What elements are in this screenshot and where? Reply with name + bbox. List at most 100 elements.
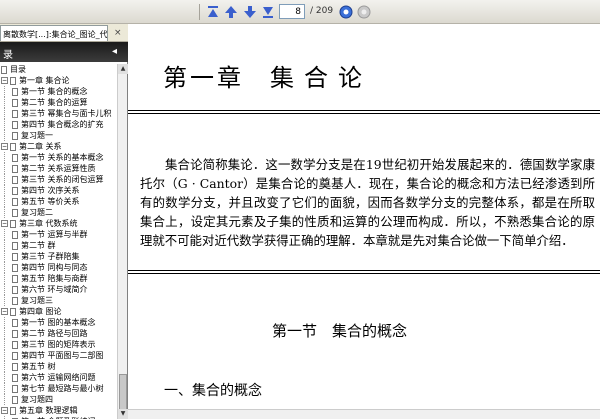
scroll-down-icon[interactable]: ▼ [118, 409, 128, 419]
outline-item-label: 第二节 路径与回路 [21, 329, 88, 338]
bookmark-icon [12, 330, 18, 338]
bookmark-icon [12, 99, 18, 107]
outline-item[interactable]: 目录 [0, 64, 117, 75]
bookmark-icon [12, 286, 18, 294]
bookmark-icon [12, 187, 18, 195]
outline-header: 录 ◂ [0, 42, 128, 62]
bookmark-icon [12, 154, 18, 162]
outline-item[interactable]: 第三节 子群陪集 [0, 251, 117, 262]
outline-item[interactable]: 第四节 集合概念的扩充 [0, 119, 117, 130]
outline-item[interactable]: 第四节 次序关系 [0, 185, 117, 196]
last-page-button[interactable] [259, 3, 277, 21]
outline-scrollbar[interactable]: ▲ ▼ [117, 64, 128, 419]
expand-collapse-icon[interactable]: − [1, 308, 8, 315]
close-tab-icon[interactable]: × [114, 28, 122, 38]
outline-item-label: 第一节 关系的基本概念 [21, 153, 104, 162]
outline-item-label: 第一节 集合的概念 [21, 87, 88, 96]
tree-guide-line [4, 383, 5, 394]
chapter-label: 第一章 [163, 64, 244, 92]
tree-guide-line [4, 339, 5, 350]
outline-item[interactable]: 第五节 等价关系 [0, 196, 117, 207]
outline-item-label: 第二节 集合的运算 [21, 98, 88, 107]
tree-guide-line [4, 185, 5, 196]
expand-collapse-icon[interactable]: − [1, 77, 8, 84]
tree-guide-line [4, 152, 5, 163]
outline-item[interactable]: − 第五章 数理逻辑 [0, 405, 117, 416]
first-page-icon [208, 6, 218, 17]
scroll-up-icon[interactable]: ▲ [118, 64, 128, 74]
expand-collapse-icon[interactable]: − [1, 220, 8, 227]
outline-item[interactable]: 第二节 关系运算性质 [0, 163, 117, 174]
outline-item-label: 第五节 等价关系 [21, 197, 80, 206]
scrollbar-thumb[interactable] [119, 374, 127, 414]
outline-item[interactable]: 第一节 集合的概念 [0, 86, 117, 97]
outline-item[interactable]: − 第三章 代数系统 [0, 218, 117, 229]
outline-item[interactable]: 第六节 运输网络问题 [0, 372, 117, 383]
prev-page-button[interactable] [222, 3, 240, 21]
outline-item[interactable]: 复习题三 [0, 295, 117, 306]
outline-item[interactable]: 第五节 树 [0, 361, 117, 372]
outline-item[interactable]: 第七节 最短路与最小树 [0, 383, 117, 394]
document-tab[interactable]: 离散数学[...]:集合论_图论_代数系统_... [0, 25, 108, 41]
tree-guide-line [4, 119, 5, 130]
outline-item[interactable]: 第四节 同构与同态 [0, 262, 117, 273]
toolbar-separator [199, 4, 200, 20]
outline-item[interactable]: 第二节 集合的运算 [0, 97, 117, 108]
arrow-down-icon [244, 6, 256, 18]
page-total-label: / 209 [310, 6, 334, 16]
outline-item[interactable]: − 第二章 关系 [0, 141, 117, 152]
tree-guide-line [4, 229, 5, 240]
outline-item[interactable]: 第一节 图的基本概念 [0, 317, 117, 328]
outline-item[interactable]: 复习题二 [0, 207, 117, 218]
document-horizontal-scrollbar[interactable] [128, 409, 600, 419]
outline-item-label: 第六节 环与域简介 [21, 285, 88, 294]
bookmark-icon [12, 88, 18, 96]
outline-item-label: 第四节 集合概念的扩充 [21, 120, 104, 129]
outline-item-label: 第三章 代数系统 [19, 219, 78, 228]
outline-item[interactable]: − 第一章 集合论 [0, 75, 117, 86]
outline-item[interactable]: 第六节 环与域简介 [0, 284, 117, 295]
collapse-panel-icon[interactable]: ◂ [112, 46, 117, 57]
next-page-button[interactable] [241, 3, 259, 21]
first-page-button[interactable] [204, 3, 222, 21]
bookmark-icon [12, 396, 18, 404]
outline-item[interactable]: 复习题一 [0, 130, 117, 141]
outline-item-label: 复习题四 [21, 395, 53, 404]
stop-button[interactable] [355, 3, 373, 21]
outline-item[interactable]: 第二节 群 [0, 240, 117, 251]
bookmark-icon [12, 275, 18, 283]
outline-item-label: 第六节 运输网络问题 [21, 373, 96, 382]
outline-item[interactable]: − 第四章 图论 [0, 306, 117, 317]
divider [128, 270, 600, 271]
outline-item[interactable]: 第五节 陪集与商群 [0, 273, 117, 284]
outline-item-label: 第三节 幂集合与面卡儿积 [21, 109, 112, 118]
expand-collapse-icon[interactable]: − [1, 407, 8, 414]
outline-item[interactable]: 第二节 路径与回路 [0, 328, 117, 339]
go-icon [339, 5, 353, 19]
outline-item[interactable]: 第三节 幂集合与面卡儿积 [0, 108, 117, 119]
page-number-input[interactable] [279, 4, 305, 19]
outline-item-label: 第一节 运算与半群 [21, 230, 88, 239]
bookmark-icon [12, 198, 18, 206]
tree-guide-line [4, 317, 5, 328]
outline-item-label: 第七节 最短路与最小树 [21, 384, 104, 393]
outline-item[interactable]: 复习题四 [0, 394, 117, 405]
outline-tree: 目录 − 第一章 集合论 第一节 集合的概念 第二节 集合的运算第三节 幂集合与面卡儿积… [0, 64, 117, 419]
tree-guide-line [4, 207, 5, 218]
bookmark-icon [12, 209, 18, 217]
outline-item-label: 第四节 平面图与二部图 [21, 351, 104, 360]
tree-guide-line [4, 97, 5, 108]
outline-item[interactable]: 第四节 平面图与二部图 [0, 350, 117, 361]
bookmark-icon [1, 66, 7, 74]
arrow-up-icon [225, 6, 237, 18]
go-button[interactable] [337, 3, 355, 21]
outline-item-label: 第五节 树 [21, 362, 56, 371]
expand-collapse-icon[interactable]: − [1, 143, 8, 150]
document-page: 第一章 集合论 集合论简称集论．这一数学分支是在19世纪初开始发展起来的．德国数学… [128, 24, 600, 419]
stop-icon [357, 5, 371, 19]
outline-item[interactable]: 第一节 运算与半群 [0, 229, 117, 240]
outline-item[interactable]: 第三节 图的矩阵表示 [0, 339, 117, 350]
outline-item[interactable]: 第三节 关系的闭包运算 [0, 174, 117, 185]
outline-item[interactable]: 第一节 关系的基本概念 [0, 152, 117, 163]
outline-item-label: 第三节 图的矩阵表示 [21, 340, 96, 349]
